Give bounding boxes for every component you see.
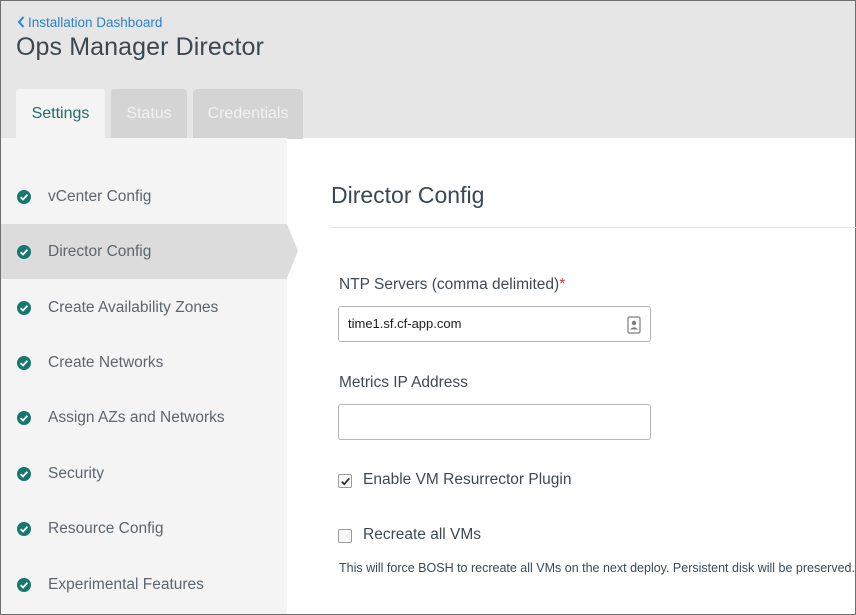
sidebar-item-create-networks[interactable]: Create Networks — [1, 335, 287, 390]
contact-card-icon[interactable] — [627, 316, 641, 334]
check-circle-icon — [17, 244, 31, 259]
sidebar-item-label: Director Config — [48, 242, 152, 260]
sidebar-item-resource-config[interactable]: Resource Config — [1, 501, 287, 556]
recreate-help-text: This will force BOSH to recreate all VMs… — [339, 561, 855, 575]
check-circle-icon — [17, 300, 31, 315]
check-circle-icon — [17, 466, 31, 481]
recreate-all-vms-checkbox[interactable] — [338, 529, 352, 543]
check-circle-icon — [17, 521, 31, 536]
page-header: Installation Dashboard Ops Manager Direc… — [1, 1, 855, 139]
sidebar-item-label: Create Networks — [48, 353, 164, 371]
enable-resurrector-checkbox[interactable] — [338, 474, 352, 488]
tab-credentials[interactable]: Credentials — [193, 89, 303, 139]
ntp-servers-label-text: NTP Servers (comma delimited) — [339, 276, 560, 293]
check-circle-icon — [17, 577, 31, 592]
section-divider — [331, 227, 856, 228]
metrics-ip-label: Metrics IP Address — [339, 374, 468, 391]
sidebar-item-create-availability-zones[interactable]: Create Availability Zones — [1, 280, 287, 335]
ntp-servers-value: time1.sf.cf-app.com — [348, 316, 462, 331]
check-circle-icon — [17, 355, 31, 370]
enable-resurrector-label[interactable]: Enable VM Resurrector Plugin — [363, 471, 572, 489]
chevron-left-icon — [17, 16, 25, 28]
sidebar-item-vcenter-config[interactable]: vCenter Config — [1, 169, 287, 224]
section-title: Director Config — [331, 182, 485, 208]
recreate-all-vms-label[interactable]: Recreate all VMs — [363, 526, 481, 544]
sidebar-item-label: Security — [48, 464, 104, 482]
page-title: Ops Manager Director — [16, 33, 264, 61]
sidebar-item-label: Assign AZs and Networks — [48, 408, 225, 426]
sidebar-item-label: Resource Config — [48, 519, 164, 537]
required-marker: * — [559, 276, 566, 293]
check-circle-icon — [17, 189, 31, 204]
tab-settings[interactable]: Settings — [16, 89, 105, 139]
sidebar-item-director-config[interactable]: Director Config — [1, 224, 298, 279]
ntp-servers-label: NTP Servers (comma delimited)* — [339, 276, 565, 294]
sidebar-item-assign-azs-and-networks[interactable]: Assign AZs and Networks — [1, 390, 287, 445]
check-circle-icon — [17, 410, 31, 425]
back-to-dashboard-link[interactable]: Installation Dashboard — [17, 13, 162, 31]
sidebar-item-security[interactable]: Security — [1, 446, 287, 501]
tab-bar: Settings Status Credentials — [16, 89, 303, 139]
tab-status[interactable]: Status — [111, 89, 187, 139]
sidebar-item-label: Create Availability Zones — [48, 298, 219, 316]
sidebar-item-experimental-features[interactable]: Experimental Features — [1, 557, 287, 612]
sidebar-item-label: vCenter Config — [48, 187, 152, 205]
sidebar-item-label: Experimental Features — [48, 575, 204, 593]
metrics-ip-input[interactable] — [338, 404, 651, 440]
back-link-label: Installation Dashboard — [28, 14, 163, 30]
ntp-servers-input[interactable]: time1.sf.cf-app.com — [338, 306, 651, 342]
sidebar: vCenter Config Director Config Create Av… — [1, 138, 298, 614]
